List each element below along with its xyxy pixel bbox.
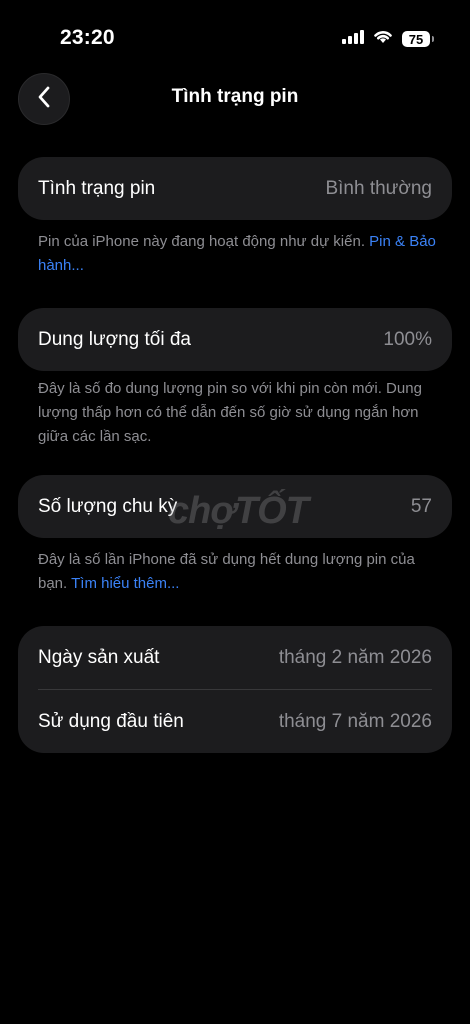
cycle-count-row: Số lượng chu kỳ 57 [18, 475, 452, 538]
manufacture-date-label: Ngày sản xuất [38, 646, 160, 668]
max-capacity-card: Dung lượng tối đa 100% [18, 308, 452, 371]
status-bar: 23:20 75 [0, 0, 470, 76]
learn-more-link[interactable]: Tìm hiểu thêm... [71, 575, 179, 592]
first-use-row: Sử dụng đầu tiên tháng 7 năm 2026 [18, 690, 452, 753]
cellular-signal-icon [342, 29, 364, 49]
battery-level: 75 [408, 31, 424, 47]
cycle-count-card: Số lượng chu kỳ 57 [18, 475, 452, 538]
max-capacity-note: Đây là số đo dung lượng pin so với khi p… [38, 380, 422, 445]
battery-health-card[interactable]: Tình trạng pin Bình thường [18, 157, 452, 220]
cycle-count-value: 57 [410, 495, 432, 517]
cycle-count-label: Số lượng chu kỳ [38, 495, 178, 517]
battery-health-value: Bình thường [325, 177, 432, 199]
wifi-icon [373, 29, 393, 49]
max-capacity-row: Dung lượng tối đa 100% [18, 308, 452, 371]
status-icons: 75 [342, 28, 434, 50]
battery-health-note-text: Pin của iPhone này đang hoạt động như dự… [38, 233, 365, 250]
battery-icon: 75 [402, 31, 434, 47]
max-capacity-label: Dung lượng tối đa [38, 328, 191, 350]
dates-card: Ngày sản xuất tháng 2 năm 2026 Sử dụng đ… [18, 626, 452, 753]
first-use-value: tháng 7 năm 2026 [278, 710, 432, 732]
max-capacity-value: 100% [383, 328, 432, 350]
first-use-label: Sử dụng đầu tiên [38, 710, 184, 732]
battery-health-note: Pin của iPhone này đang hoạt động như dự… [38, 230, 438, 278]
status-time: 23:20 [60, 26, 115, 49]
battery-health-row[interactable]: Tình trạng pin Bình thường [18, 157, 452, 220]
cycle-count-note: Đây là số lần iPhone đã sử dụng hết dung… [38, 548, 438, 596]
page-title: Tình trạng pin [171, 86, 299, 107]
manufacture-date-value: tháng 2 năm 2026 [278, 646, 432, 668]
manufacture-date-row: Ngày sản xuất tháng 2 năm 2026 [18, 626, 452, 689]
battery-health-label: Tình trạng pin [38, 177, 156, 199]
